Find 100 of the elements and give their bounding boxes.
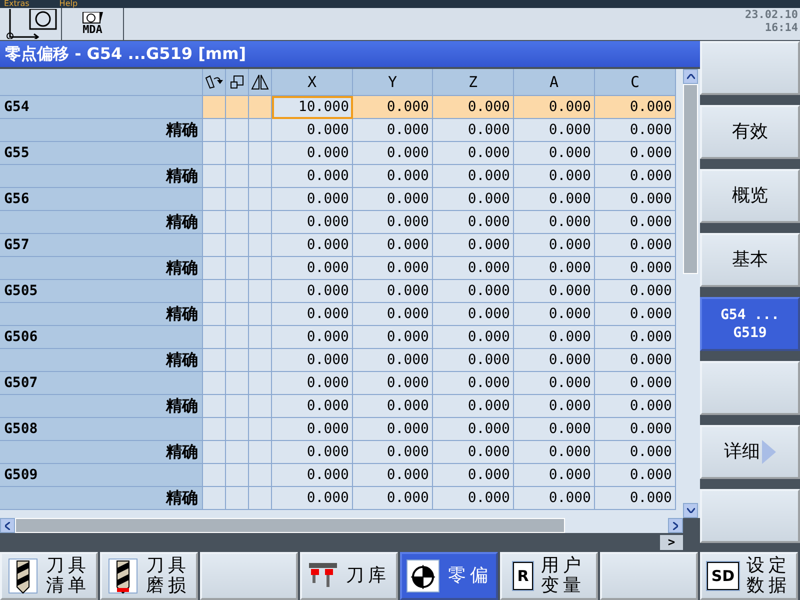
value-cell[interactable]: 0.000 [272, 142, 353, 165]
value-cell[interactable]: 0.000 [353, 326, 433, 349]
value-cell[interactable]: 0.000 [433, 188, 514, 211]
value-cell[interactable]: 0.000 [353, 234, 433, 257]
table-row[interactable]: 精确 0.000 0.000 0.000 0.000 0.000 [0, 303, 683, 326]
value-cell[interactable]: 0.000 [433, 280, 514, 303]
table-row[interactable]: G509 0.000 0.000 0.000 0.000 0.000 [0, 464, 683, 487]
horizontal-scrollbar[interactable] [0, 518, 683, 533]
value-cell[interactable]: 0.000 [514, 211, 595, 234]
value-cell[interactable]: 0.000 [272, 165, 353, 188]
vertical-scrollbar[interactable] [683, 69, 698, 518]
value-cell[interactable]: 0.000 [433, 165, 514, 188]
value-cell[interactable]: 0.000 [595, 349, 676, 372]
value-cell[interactable]: 0.000 [514, 234, 595, 257]
softkey[interactable]: 基本 [700, 233, 800, 287]
value-cell[interactable]: 0.000 [595, 119, 676, 142]
table-row[interactable]: 精确 0.000 0.000 0.000 0.000 0.000 [0, 487, 683, 510]
table-row[interactable]: 精确 0.000 0.000 0.000 0.000 0.000 [0, 395, 683, 418]
value-cell[interactable]: 0.000 [353, 165, 433, 188]
value-cell[interactable]: 0.000 [433, 142, 514, 165]
softkey[interactable]: 概览 [700, 169, 800, 223]
value-cell[interactable]: 0.000 [353, 464, 433, 487]
value-cell[interactable]: 0.000 [272, 211, 353, 234]
value-cell[interactable]: 0.000 [353, 211, 433, 234]
value-cell[interactable]: 0.000 [353, 303, 433, 326]
value-cell[interactable]: 0.000 [272, 349, 353, 372]
value-cell[interactable]: 0.000 [272, 188, 353, 211]
value-cell[interactable]: 0.000 [272, 303, 353, 326]
next-button[interactable]: > [660, 535, 683, 550]
value-cell[interactable]: 0.000 [514, 395, 595, 418]
value-cell[interactable]: 0.000 [595, 395, 676, 418]
softkey[interactable]: 刀具 磨损 [100, 552, 198, 600]
softkey[interactable]: 有效 [700, 105, 800, 159]
softkey[interactable] [600, 552, 698, 600]
value-cell[interactable]: 0.000 [595, 464, 676, 487]
value-cell[interactable]: 0.000 [514, 165, 595, 188]
value-cell[interactable]: 0.000 [353, 395, 433, 418]
value-cell[interactable]: 0.000 [272, 234, 353, 257]
value-cell[interactable]: 0.000 [433, 234, 514, 257]
table-row[interactable]: G508 0.000 0.000 0.000 0.000 0.000 [0, 418, 683, 441]
softkey[interactable]: 刀库 [300, 552, 398, 600]
scroll-up-button[interactable] [683, 69, 698, 84]
value-cell[interactable]: 0.000 [353, 372, 433, 395]
value-cell[interactable]: 0.000 [595, 142, 676, 165]
value-cell[interactable]: 0.000 [595, 326, 676, 349]
table-row[interactable]: G505 0.000 0.000 0.000 0.000 0.000 [0, 280, 683, 303]
value-cell[interactable]: 0.000 [353, 257, 433, 280]
table-row[interactable]: G507 0.000 0.000 0.000 0.000 0.000 [0, 372, 683, 395]
table-row[interactable]: 精确 0.000 0.000 0.000 0.000 0.000 [0, 441, 683, 464]
value-cell[interactable]: 0.000 [514, 96, 595, 119]
value-cell[interactable]: 0.000 [514, 188, 595, 211]
value-cell[interactable]: 0.000 [433, 257, 514, 280]
value-cell[interactable]: 0.000 [433, 372, 514, 395]
softkey[interactable]: 详细 [700, 425, 800, 479]
scroll-down-button[interactable] [683, 503, 698, 518]
value-cell[interactable]: 0.000 [514, 441, 595, 464]
value-cell[interactable]: 0.000 [272, 395, 353, 418]
table-row[interactable]: 精确 0.000 0.000 0.000 0.000 0.000 [0, 165, 683, 188]
value-cell[interactable]: 0.000 [433, 119, 514, 142]
softkey[interactable]: 零偏 [400, 552, 498, 600]
value-cell[interactable]: 0.000 [353, 441, 433, 464]
value-cell[interactable]: 0.000 [272, 441, 353, 464]
table-row[interactable]: 精确 0.000 0.000 0.000 0.000 0.000 [0, 119, 683, 142]
value-cell[interactable]: 0.000 [433, 418, 514, 441]
value-cell[interactable]: 0.000 [595, 487, 676, 510]
table-row[interactable]: G54 10.000 0.000 0.000 0.000 0.000 [0, 96, 683, 119]
value-cell[interactable]: 10.000 [272, 96, 353, 119]
value-cell[interactable]: 0.000 [514, 142, 595, 165]
value-cell[interactable]: 0.000 [595, 418, 676, 441]
value-cell[interactable]: 0.000 [272, 280, 353, 303]
value-cell[interactable]: 0.000 [272, 372, 353, 395]
softkey[interactable] [700, 361, 800, 415]
value-cell[interactable]: 0.000 [595, 96, 676, 119]
value-cell[interactable]: 0.000 [353, 96, 433, 119]
value-cell[interactable]: 0.000 [272, 119, 353, 142]
value-cell[interactable]: 0.000 [514, 326, 595, 349]
value-cell[interactable]: 0.000 [353, 280, 433, 303]
value-cell[interactable]: 0.000 [514, 418, 595, 441]
table-row[interactable]: 精确 0.000 0.000 0.000 0.000 0.000 [0, 349, 683, 372]
value-cell[interactable]: 0.000 [514, 119, 595, 142]
value-cell[interactable]: 0.000 [595, 165, 676, 188]
scroll-right-button[interactable] [668, 518, 683, 533]
value-cell[interactable]: 0.000 [514, 349, 595, 372]
value-cell[interactable]: 0.000 [595, 211, 676, 234]
value-cell[interactable]: 0.000 [353, 487, 433, 510]
value-cell[interactable]: 0.000 [514, 372, 595, 395]
value-cell[interactable]: 0.000 [595, 303, 676, 326]
value-cell[interactable]: 0.000 [272, 418, 353, 441]
table-row[interactable]: G506 0.000 0.000 0.000 0.000 0.000 [0, 326, 683, 349]
menu-item[interactable]: Help [59, 0, 78, 8]
value-cell[interactable]: 0.000 [272, 464, 353, 487]
scroll-thumb[interactable] [15, 518, 565, 533]
value-cell[interactable]: 0.000 [514, 280, 595, 303]
value-cell[interactable]: 0.000 [433, 303, 514, 326]
value-cell[interactable]: 0.000 [353, 188, 433, 211]
table-row[interactable]: 精确 0.000 0.000 0.000 0.000 0.000 [0, 211, 683, 234]
table-row[interactable]: G56 0.000 0.000 0.000 0.000 0.000 [0, 188, 683, 211]
value-cell[interactable]: 0.000 [433, 211, 514, 234]
value-cell[interactable]: 0.000 [514, 487, 595, 510]
value-cell[interactable]: 0.000 [353, 119, 433, 142]
